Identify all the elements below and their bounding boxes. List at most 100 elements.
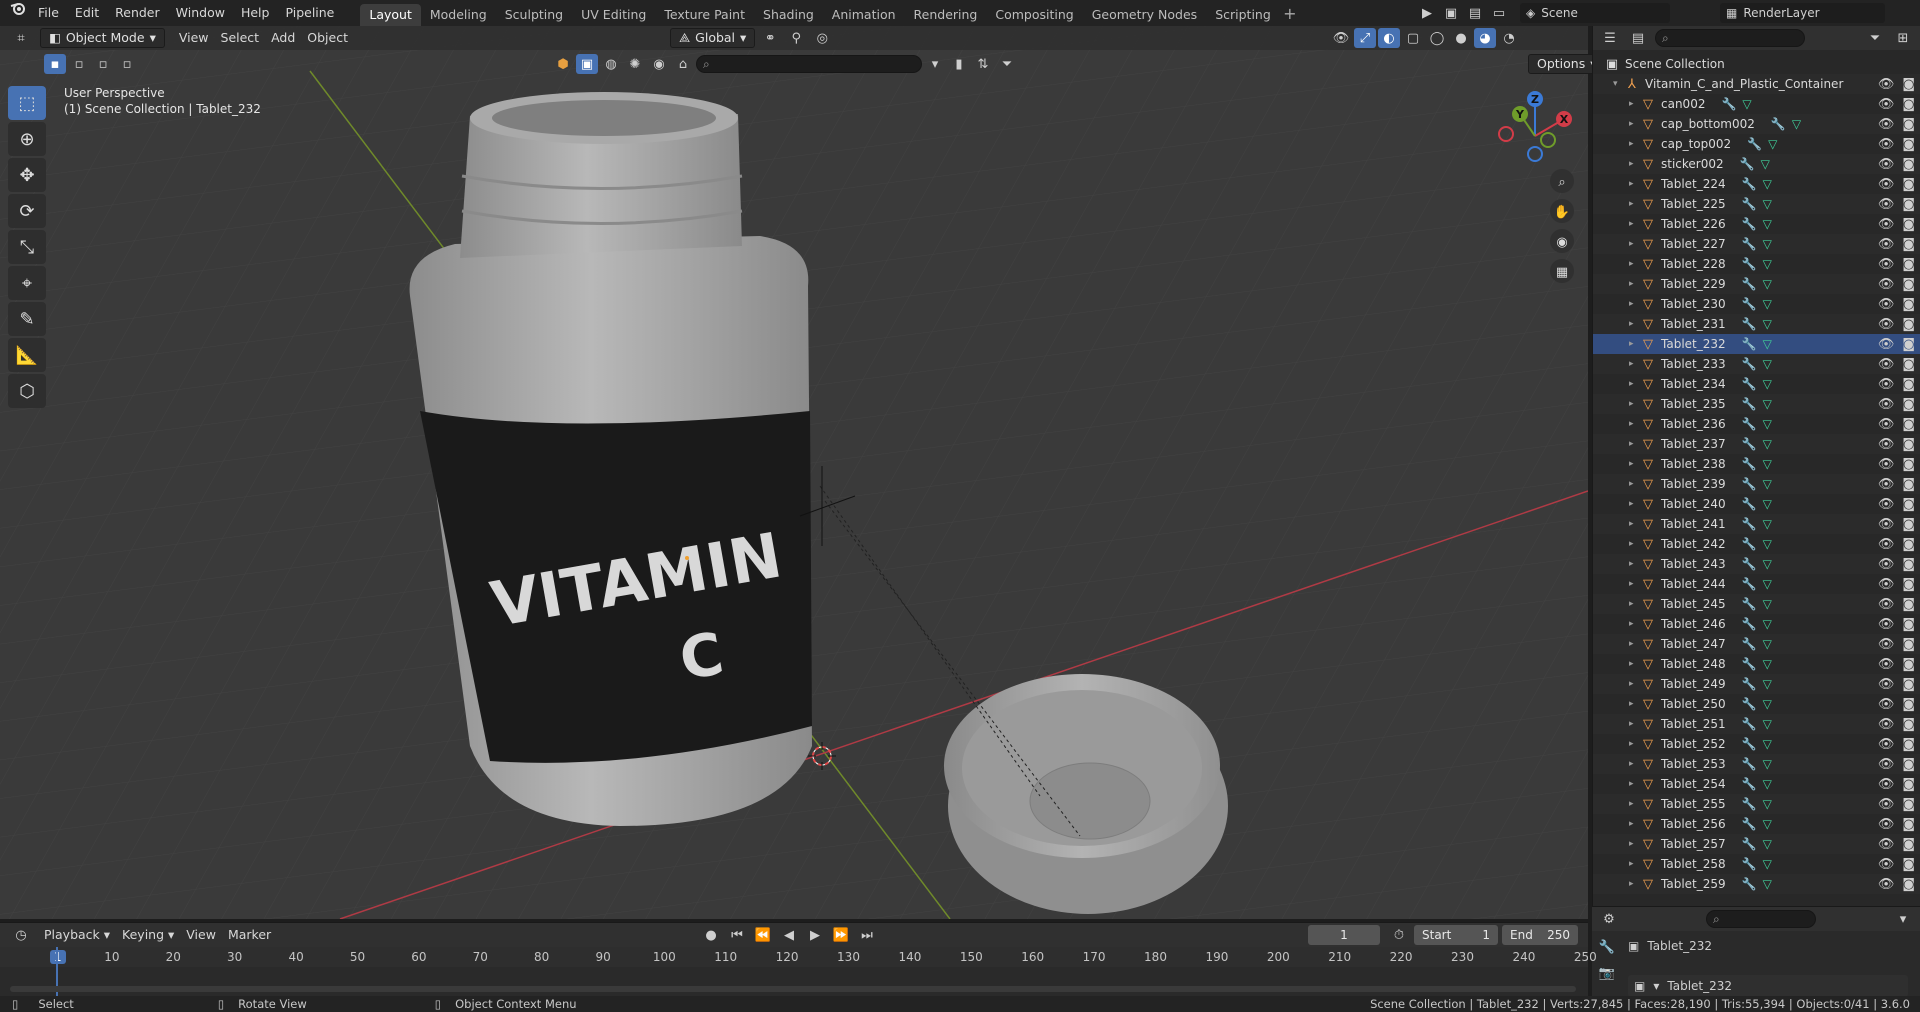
- camera-render-icon[interactable]: ◙: [1902, 337, 1915, 352]
- outliner-item[interactable]: ▸ ▽ Tablet_248 🔧 ▽ 👁 ◙: [1593, 654, 1920, 674]
- tab-sculpting[interactable]: Sculpting: [496, 4, 572, 26]
- tab-scripting[interactable]: Scripting: [1206, 4, 1280, 26]
- eye-icon[interactable]: 👁: [1878, 637, 1895, 652]
- overlay-icon[interactable]: ◐: [1378, 28, 1400, 48]
- eye-icon[interactable]: 👁: [1878, 377, 1895, 392]
- outliner-item[interactable]: ▸ ▽ Tablet_231 🔧 ▽ 👁 ◙: [1593, 314, 1920, 334]
- collapse-triangle-icon[interactable]: ▸: [1629, 119, 1639, 129]
- tab-rendering[interactable]: Rendering: [905, 4, 987, 26]
- eye-icon[interactable]: 👁: [1878, 397, 1895, 412]
- wireframe-shading-icon[interactable]: ◯: [1426, 28, 1448, 48]
- render-play-icon[interactable]: ▶: [1416, 3, 1438, 23]
- add-workspace-button[interactable]: +: [1280, 4, 1300, 23]
- eye-icon[interactable]: 👁: [1878, 717, 1895, 732]
- outliner-item[interactable]: ▸ ▽ cap_top002 🔧 ▽ 👁 ◙: [1593, 134, 1920, 154]
- collapse-triangle-icon[interactable]: ▸: [1629, 759, 1639, 769]
- eye-icon[interactable]: 👁: [1878, 317, 1895, 332]
- outliner-item[interactable]: ▸ ▽ Tablet_259 🔧 ▽ 👁 ◙: [1593, 874, 1920, 894]
- collapse-triangle-icon[interactable]: ▸: [1629, 159, 1639, 169]
- outliner-scene-collection[interactable]: ▣ Scene Collection: [1593, 54, 1920, 74]
- move-tool-icon[interactable]: ✥: [8, 158, 46, 192]
- collapse-triangle-icon[interactable]: ▸: [1629, 599, 1639, 609]
- eye-icon[interactable]: 👁: [1878, 757, 1895, 772]
- camera-render-icon[interactable]: ◙: [1902, 777, 1915, 792]
- camera-render-icon[interactable]: ◙: [1902, 677, 1915, 692]
- tab-modeling[interactable]: Modeling: [421, 4, 496, 26]
- viewport-search-input[interactable]: ⌕: [696, 55, 922, 73]
- camera-render-icon[interactable]: ◙: [1902, 77, 1915, 92]
- bottle-cap[interactable]: [944, 674, 1228, 914]
- properties-editor-icon[interactable]: ⚙: [1598, 909, 1620, 929]
- tab-uv-editing[interactable]: UV Editing: [572, 4, 655, 26]
- camera-render-icon[interactable]: ◙: [1902, 837, 1915, 852]
- collapse-triangle-icon[interactable]: ▸: [1629, 859, 1639, 869]
- camera-render-icon[interactable]: ◙: [1902, 197, 1915, 212]
- camera-render-icon[interactable]: ◙: [1902, 177, 1915, 192]
- camera-render-icon[interactable]: ◙: [1902, 817, 1915, 832]
- collapse-triangle-icon[interactable]: ▸: [1629, 659, 1639, 669]
- outliner-item[interactable]: ▸ ▽ Tablet_225 🔧 ▽ 👁 ◙: [1593, 194, 1920, 214]
- eye-icon[interactable]: 👁: [1878, 357, 1895, 372]
- menu-file[interactable]: File: [30, 0, 67, 26]
- collapse-triangle-icon[interactable]: ▸: [1629, 319, 1639, 329]
- render-view-icon[interactable]: ▤: [1464, 3, 1486, 23]
- tab-compositing[interactable]: Compositing: [986, 4, 1082, 26]
- eye-icon[interactable]: 👁: [1878, 437, 1895, 452]
- collapse-triangle-icon[interactable]: ▸: [1629, 559, 1639, 569]
- collapse-triangle-icon[interactable]: ▸: [1629, 399, 1639, 409]
- select-subtract-icon[interactable]: ▫: [92, 54, 114, 74]
- collapse-triangle-icon[interactable]: ▸: [1629, 779, 1639, 789]
- outliner-item[interactable]: ▸ ▽ can002 🔧 ▽ 👁 ◙: [1593, 94, 1920, 114]
- eye-icon[interactable]: 👁: [1878, 777, 1895, 792]
- tab-texture-paint[interactable]: Texture Paint: [655, 4, 754, 26]
- collapse-triangle-icon[interactable]: ▸: [1629, 179, 1639, 189]
- eye-icon[interactable]: 👁: [1878, 657, 1895, 672]
- collapse-triangle-icon[interactable]: ▸: [1629, 699, 1639, 709]
- annotate-tool-icon[interactable]: ✎: [8, 302, 46, 336]
- outliner-item[interactable]: ▸ ▽ Tablet_243 🔧 ▽ 👁 ◙: [1593, 554, 1920, 574]
- eye-icon[interactable]: 👁: [1878, 577, 1895, 592]
- eye-icon[interactable]: 👁: [1878, 277, 1895, 292]
- tab-layout[interactable]: Layout: [360, 4, 421, 26]
- outliner-item[interactable]: ▸ ▽ Tablet_258 🔧 ▽ 👁 ◙: [1593, 854, 1920, 874]
- color-filter-icon[interactable]: ⬢: [552, 54, 574, 74]
- camera-render-icon[interactable]: ◙: [1902, 257, 1915, 272]
- outliner-item[interactable]: ▸ ▽ Tablet_246 🔧 ▽ 👁 ◙: [1593, 614, 1920, 634]
- tool-tab-icon[interactable]: 🔧: [1596, 937, 1618, 957]
- properties-search-input[interactable]: ⌕: [1706, 910, 1816, 928]
- outliner-item[interactable]: ▸ ▽ Tablet_237 🔧 ▽ 👁 ◙: [1593, 434, 1920, 454]
- tab-geometry-nodes[interactable]: Geometry Nodes: [1083, 4, 1206, 26]
- eye-icon[interactable]: 👁: [1878, 837, 1895, 852]
- play-icon[interactable]: ▶: [804, 925, 826, 945]
- camera-render-icon[interactable]: ◙: [1902, 857, 1915, 872]
- timeline-menu-view[interactable]: View: [180, 925, 222, 945]
- tab-animation[interactable]: Animation: [823, 4, 905, 26]
- collapse-triangle-icon[interactable]: ▸: [1629, 839, 1639, 849]
- eye-icon[interactable]: 👁: [1878, 77, 1895, 92]
- outliner-item[interactable]: ▸ ▽ Tablet_250 🔧 ▽ 👁 ◙: [1593, 694, 1920, 714]
- measure-tool-icon[interactable]: 📐: [8, 338, 46, 372]
- collapse-triangle-icon[interactable]: ▸: [1629, 479, 1639, 489]
- camera-render-icon[interactable]: ◙: [1902, 277, 1915, 292]
- timeline-ruler[interactable]: 1102030405060708090100110120130140150160…: [0, 947, 1597, 967]
- menu-help[interactable]: Help: [233, 0, 278, 26]
- outliner-item[interactable]: ▸ ▽ Tablet_238 🔧 ▽ 👁 ◙: [1593, 454, 1920, 474]
- outliner-item[interactable]: ▸ ▽ Tablet_256 🔧 ▽ 👁 ◙: [1593, 814, 1920, 834]
- pivot-icon[interactable]: ⚭: [759, 28, 781, 48]
- camera-render-icon[interactable]: ◙: [1902, 357, 1915, 372]
- collapse-triangle-icon[interactable]: ▸: [1629, 719, 1639, 729]
- collapse-triangle-icon[interactable]: ▸: [1629, 239, 1639, 249]
- collapse-triangle-icon[interactable]: ▸: [1629, 499, 1639, 509]
- camera-render-icon[interactable]: ◙: [1902, 657, 1915, 672]
- outliner-search-input[interactable]: ⌕: [1655, 29, 1805, 47]
- timeline-editor-icon[interactable]: ◷: [10, 925, 32, 945]
- cursor-tool-icon[interactable]: ⊕: [8, 122, 46, 156]
- eye-icon[interactable]: 👁: [1878, 97, 1895, 112]
- collapse-triangle-icon[interactable]: ▸: [1629, 819, 1639, 829]
- camera-render-icon[interactable]: ◙: [1902, 737, 1915, 752]
- eye-icon[interactable]: 👁: [1878, 677, 1895, 692]
- outliner-item[interactable]: ▸ ▽ Tablet_228 🔧 ▽ 👁 ◙: [1593, 254, 1920, 274]
- window-icon[interactable]: ▭: [1488, 3, 1510, 23]
- outliner-item[interactable]: ▸ ▽ Tablet_232 🔧 ▽ 👁 ◙: [1593, 334, 1920, 354]
- menu-edit[interactable]: Edit: [67, 0, 107, 26]
